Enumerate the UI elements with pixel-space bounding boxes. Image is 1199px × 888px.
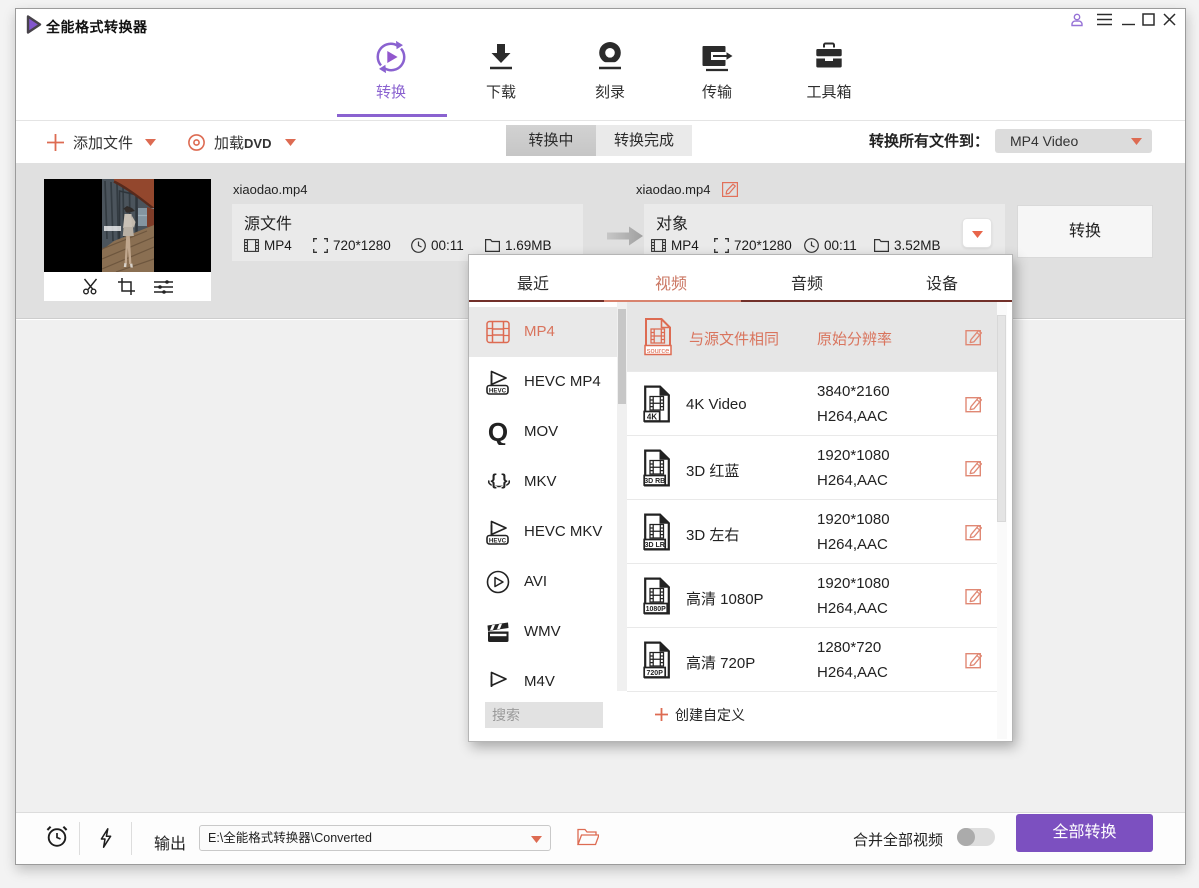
svg-text:3D LR: 3D LR: [645, 542, 665, 549]
svg-text:HEVC: HEVC: [489, 387, 507, 394]
svg-text:source: source: [647, 346, 670, 355]
svg-text:1080P: 1080P: [646, 606, 667, 613]
svg-text:HEVC: HEVC: [489, 537, 507, 544]
svg-text:3D RB: 3D RB: [644, 478, 665, 485]
svg-text:720P: 720P: [647, 670, 664, 677]
svg-text:4K: 4K: [647, 412, 657, 421]
svg-text:{ }: { }: [491, 472, 508, 489]
svg-text:Q: Q: [488, 420, 508, 445]
